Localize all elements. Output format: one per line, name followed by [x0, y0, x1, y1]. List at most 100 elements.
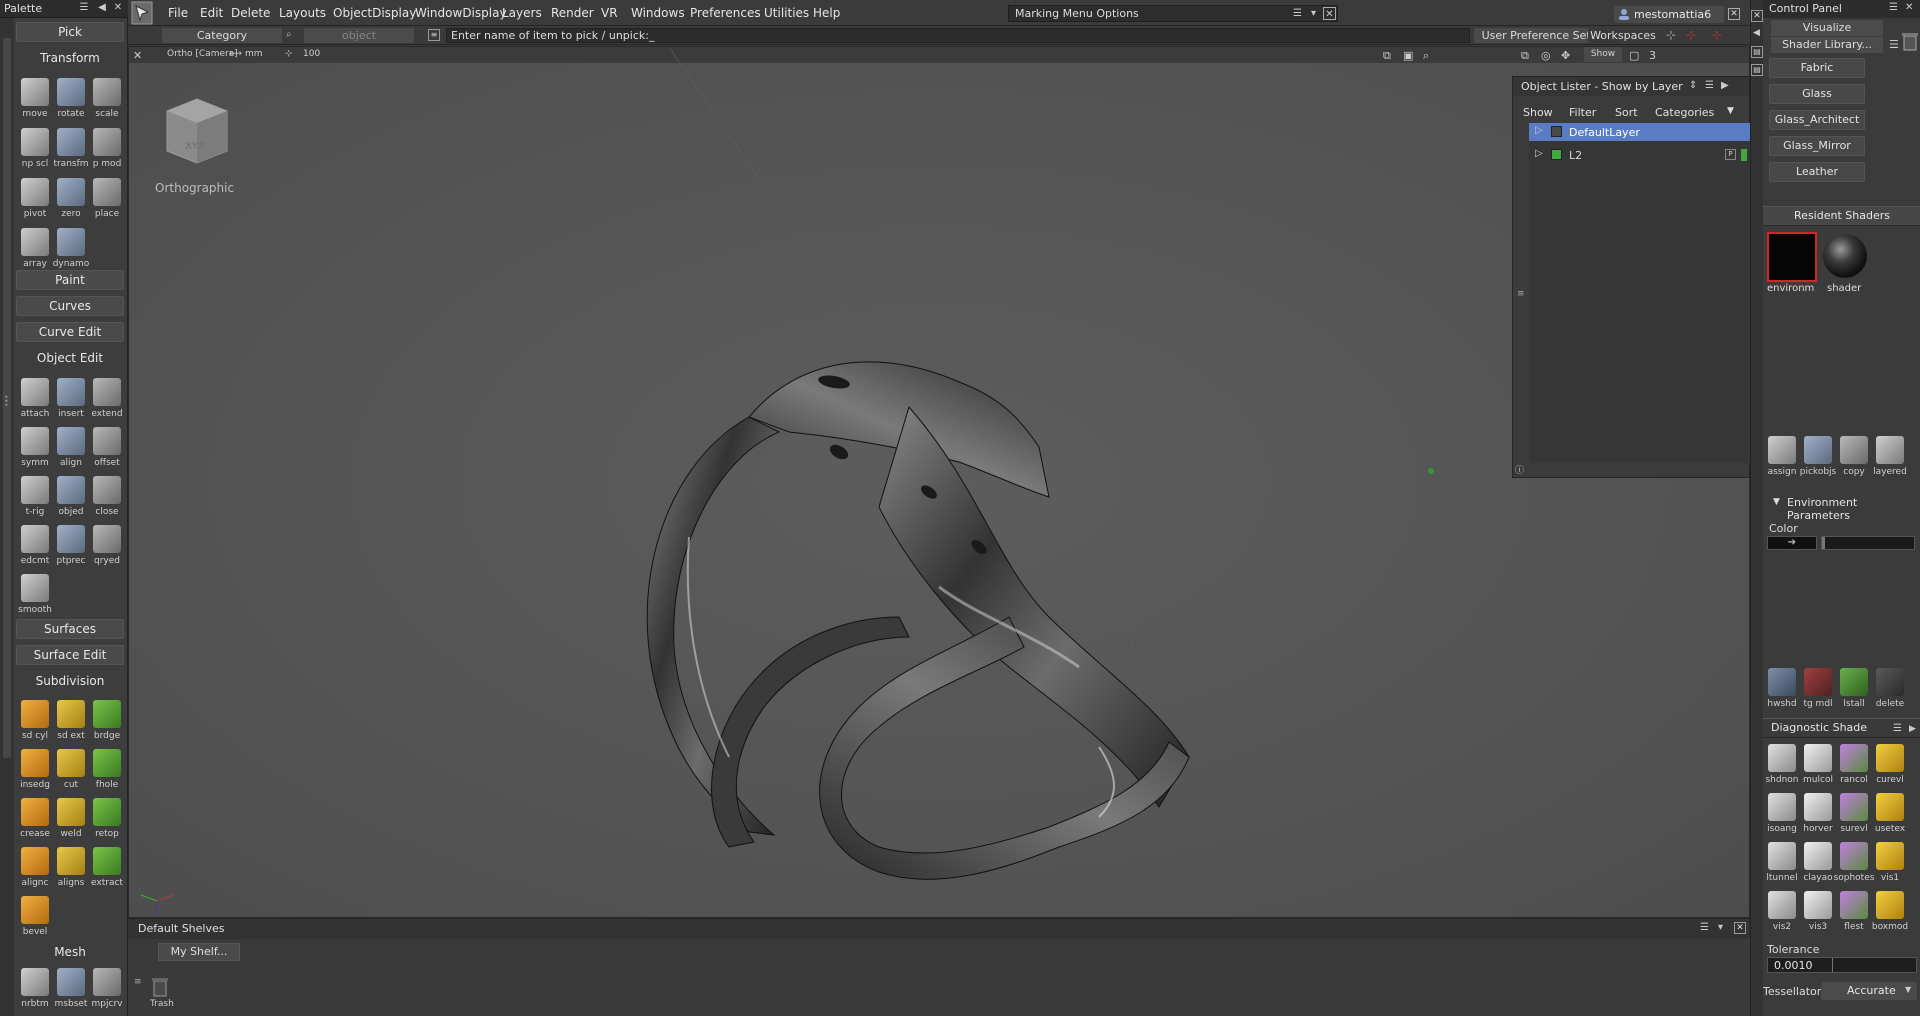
section-mesh[interactable]: Mesh — [16, 942, 124, 962]
tool-sd-cyl[interactable]: sd cyl — [18, 700, 52, 746]
render-tool-lstall[interactable]: lstall — [1837, 668, 1871, 714]
library-item-glass-mirror[interactable]: Glass_Mirror — [1769, 136, 1865, 156]
user-account[interactable]: mestomattia6 — [1614, 6, 1724, 23]
tool-insedg[interactable]: insedg — [18, 749, 52, 795]
tool-close[interactable]: close — [90, 476, 124, 522]
menu-icon[interactable]: ☰ — [78, 2, 90, 14]
diagnostic-tool-surevl[interactable]: surevl — [1837, 793, 1871, 839]
tool-zero[interactable]: zero — [54, 178, 88, 224]
menu-objectdisplay[interactable]: ObjectDisplay — [333, 6, 416, 20]
close-icon[interactable]: ✕ — [1905, 2, 1913, 13]
menu-windows[interactable]: Windows — [631, 6, 685, 20]
tool-bevel[interactable]: bevel — [18, 896, 52, 942]
layer-row-l2[interactable]: ▷ L2 P — [1529, 146, 1751, 164]
tool-offset[interactable]: offset — [90, 427, 124, 473]
info-icon[interactable]: ⓘ — [1515, 463, 1524, 476]
menu-icon[interactable]: ☰ — [1893, 720, 1902, 738]
diagnostic-tool-mulcol[interactable]: mulcol — [1801, 744, 1835, 790]
tool-np-scl[interactable]: np scl — [18, 128, 52, 174]
tool-brdge[interactable]: brdge — [90, 700, 124, 746]
library-item-glass-architect[interactable]: Glass_Architect — [1769, 110, 1865, 130]
expand-icon[interactable]: ▶ — [1909, 720, 1916, 738]
render-tool-hwshd[interactable]: hwshd — [1765, 668, 1799, 714]
user-preference-sets-button[interactable]: User Preference Sets — [1474, 28, 1604, 43]
diagnostic-tool-curevl[interactable]: curevl — [1873, 744, 1907, 790]
color-slider-thumb[interactable] — [1822, 537, 1825, 549]
menu-vr[interactable]: VR — [601, 6, 618, 20]
diagnostic-tool-clayao[interactable]: clayao — [1801, 842, 1835, 888]
diagnostic-tool-boxmod[interactable]: boxmod — [1872, 891, 1908, 937]
workspace-tool-icon[interactable]: ⊹ — [1666, 28, 1676, 42]
trash-icon[interactable] — [1901, 30, 1919, 52]
close-icon[interactable]: ✕ — [1728, 8, 1740, 20]
section-curves[interactable]: Curves — [16, 296, 124, 316]
collapse-icon[interactable]: ◀ — [96, 2, 108, 14]
workspace-tool-icon-2[interactable]: ⊹ — [1686, 28, 1696, 42]
close-icon[interactable]: ✕ — [112, 2, 124, 14]
tool-mpjcrv[interactable]: mpjcrv — [90, 968, 124, 1014]
shader-swatch-shader[interactable] — [1821, 232, 1869, 280]
section-curve-edit[interactable]: Curve Edit — [16, 322, 124, 342]
color-slider[interactable] — [1821, 536, 1915, 550]
shader-tool-pickobjs[interactable]: pickobjs — [1800, 436, 1836, 482]
mode-selector[interactable]: Visualize — [1771, 20, 1883, 36]
menu-render[interactable]: Render — [551, 6, 594, 20]
tool-p-mod[interactable]: p mod — [90, 128, 124, 174]
tool-dynamo[interactable]: dynamo — [53, 228, 89, 274]
sort-icon[interactable]: ⇕ — [1689, 80, 1697, 91]
chevron-down-icon[interactable]: ▾ — [1718, 922, 1723, 933]
close-icon[interactable]: ✕ — [1734, 922, 1746, 934]
lister-menu-show[interactable]: Show — [1523, 106, 1553, 119]
tool-objed[interactable]: objed — [54, 476, 88, 522]
diagnostic-tool-shdnon[interactable]: shdnon — [1765, 744, 1799, 790]
diagnostic-tool-ltunnel[interactable]: ltunnel — [1765, 842, 1799, 888]
panel-tab-icon-2[interactable]: ▤ — [1751, 64, 1763, 76]
panel-tab-icon[interactable]: ▤ — [1751, 46, 1763, 58]
menu-windowdisplay[interactable]: WindowDisplay — [415, 6, 507, 20]
collapse-triangle-icon[interactable]: ▼ — [1773, 497, 1780, 507]
palette-scrollbar[interactable]: • • • — [0, 18, 14, 1016]
tool-msbset[interactable]: msbset — [54, 968, 88, 1014]
tool-align[interactable]: align — [54, 427, 88, 473]
layer-pick-icon[interactable]: P — [1725, 149, 1736, 160]
menu-file[interactable]: File — [168, 6, 188, 20]
diagnostic-tool-sophotes[interactable]: sophotes — [1834, 842, 1874, 888]
shader-tool-copy[interactable]: copy — [1837, 436, 1871, 482]
menu-edit[interactable]: Edit — [200, 6, 223, 20]
shader-tool-assign[interactable]: assign — [1765, 436, 1799, 482]
trash-icon[interactable] — [150, 975, 170, 997]
chevron-down-icon[interactable]: ▼ — [1727, 106, 1734, 116]
category-selector[interactable]: Category — [162, 28, 282, 43]
viewport-orthographic[interactable]: ✕ Ortho [Camera] ⟷ mm ⊹ 100 ⧉ ▣ ⌕ ⧉ ◎ ✥ … — [128, 46, 1750, 918]
section-surface-edit[interactable]: Surface Edit — [16, 645, 124, 665]
tool-aligns[interactable]: aligns — [54, 847, 88, 893]
tool-place[interactable]: place — [90, 178, 124, 224]
menu-icon[interactable]: ☰ — [1889, 2, 1898, 13]
diagnostic-tool-vis1[interactable]: vis1 — [1873, 842, 1907, 888]
tool-transfm[interactable]: transfm — [53, 128, 89, 174]
menu-layouts[interactable]: Layouts — [279, 6, 326, 20]
lister-menu-sort[interactable]: Sort — [1615, 106, 1638, 119]
shader-swatch-environment[interactable] — [1767, 232, 1817, 282]
library-item-leather[interactable]: Leather — [1769, 162, 1865, 182]
shelf-tab-my-shelf[interactable]: My Shelf... — [158, 943, 240, 961]
section-object-edit[interactable]: Object Edit — [16, 348, 124, 368]
tool-move[interactable]: move — [18, 78, 52, 124]
lister-menu-filter[interactable]: Filter — [1569, 106, 1596, 119]
menu-preferences[interactable]: Preferences — [690, 6, 761, 20]
menu-help[interactable]: Help — [813, 6, 840, 20]
expand-triangle-icon[interactable]: ▷ — [1535, 148, 1543, 159]
section-paint[interactable]: Paint — [16, 270, 124, 290]
tool-cut[interactable]: cut — [54, 749, 88, 795]
tool-extend[interactable]: extend — [90, 378, 124, 424]
pick-object-field[interactable]: object — [304, 28, 414, 43]
expand-triangle-icon[interactable]: ▷ — [1535, 125, 1543, 136]
shader-library-button[interactable]: Shader Library... — [1771, 37, 1883, 53]
menu-layers[interactable]: Layers — [502, 6, 542, 20]
section-subdivision[interactable]: Subdivision — [16, 671, 124, 691]
section-transform[interactable]: Transform — [16, 48, 124, 68]
tool-alignc[interactable]: alignc — [18, 847, 52, 893]
close-icon[interactable]: ✕ — [1751, 10, 1763, 22]
diagnostic-tool-horver[interactable]: horver — [1801, 793, 1835, 839]
tool-edcmt[interactable]: edcmt — [18, 525, 52, 571]
